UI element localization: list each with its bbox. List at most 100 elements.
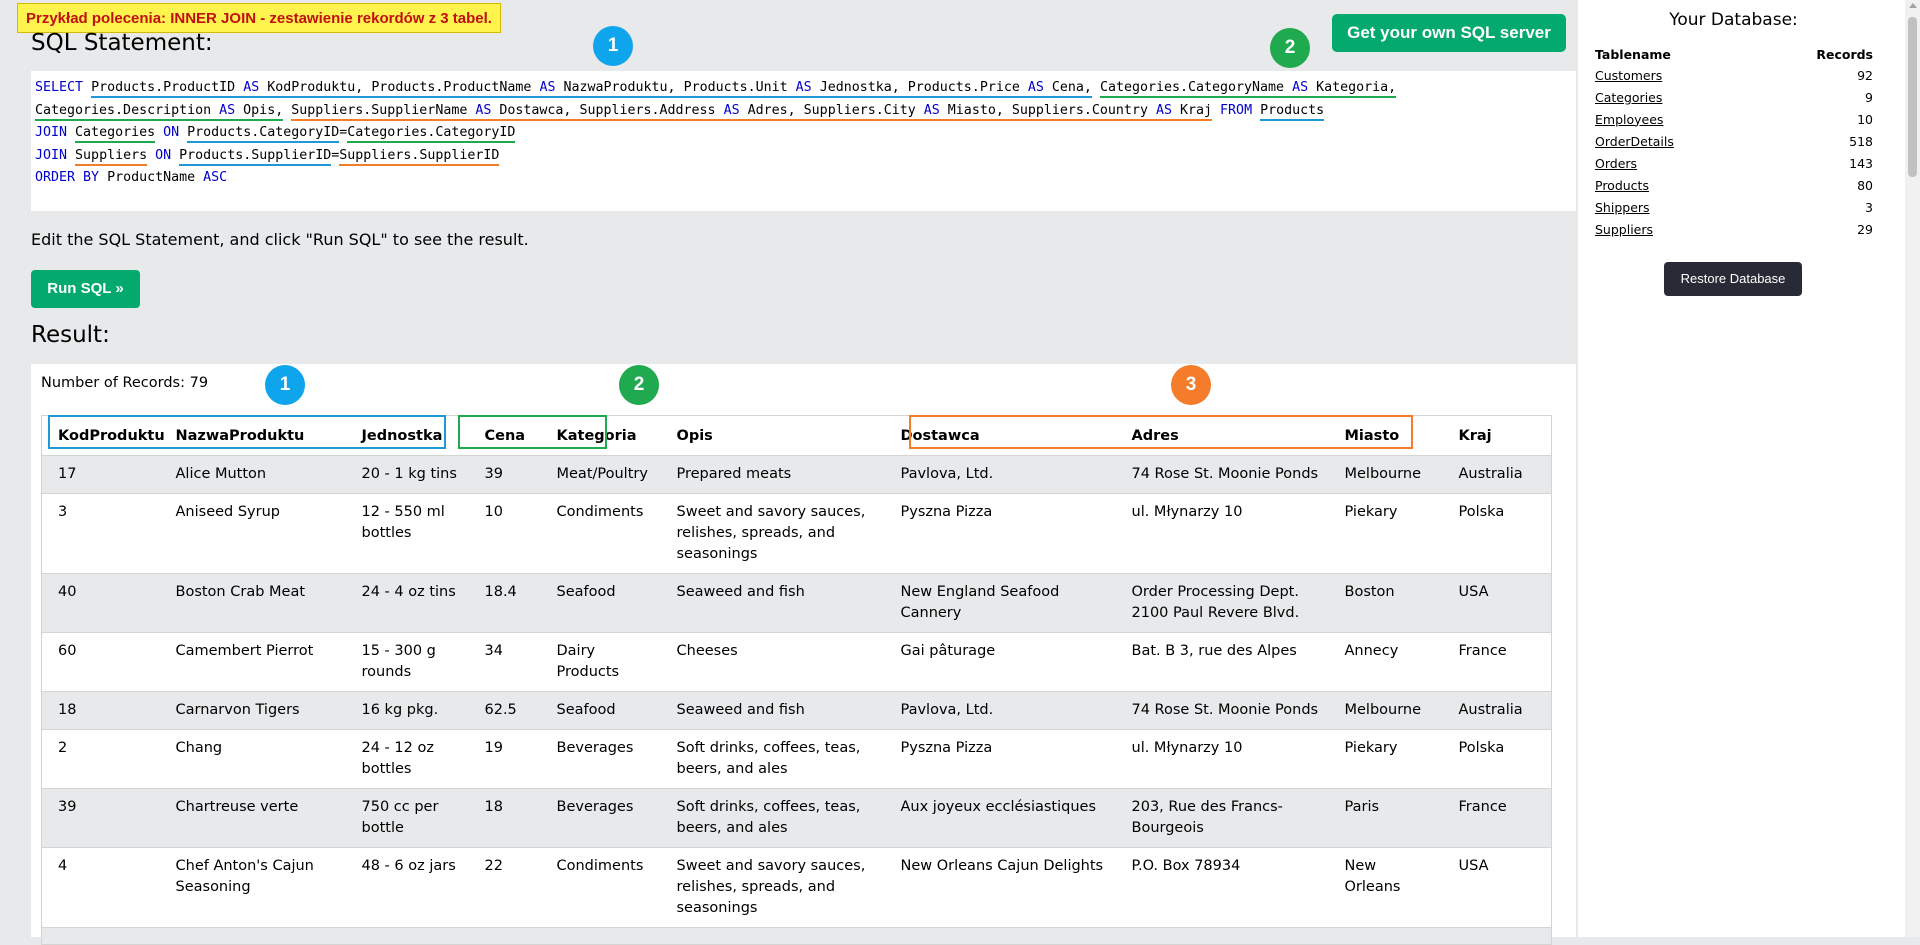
table-cell: New Orleans: [1328, 847, 1443, 928]
restore-database-button[interactable]: Restore Database: [1664, 262, 1802, 296]
table-cell: Chef Anton's Cajun Seasoning: [159, 847, 346, 928]
col-header: Opis: [660, 415, 885, 456]
table-cell: 39: [41, 788, 160, 848]
database-table-row: Categories 9: [1594, 86, 1873, 108]
table-cell: Beverages: [540, 788, 661, 848]
scroll-up-arrow-icon[interactable]: [1909, 3, 1917, 8]
table-row: 3 Aniseed Syrup 12 - 550 ml bottles 10 Condi…: [41, 493, 1552, 574]
table-cell: Australia: [1442, 691, 1552, 730]
table-cell: 22: [468, 847, 541, 928]
table-row: [41, 927, 1552, 945]
table-link-shippers[interactable]: Shippers: [1595, 200, 1650, 215]
database-table-row: Employees 10: [1594, 108, 1873, 130]
table-cell: Bat. B 3, rue des Alpes: [1115, 632, 1329, 692]
highlight-products-columns: [48, 415, 446, 449]
table-cell: Beverages: [540, 729, 661, 789]
table-cell: 40: [41, 573, 160, 633]
table-link-orderdetails[interactable]: OrderDetails: [1595, 134, 1674, 149]
left-margin: [0, 0, 14, 937]
table-cell: 15 - 300 g rounds: [345, 632, 469, 692]
sql-editor[interactable]: SELECT Products.ProductID AS KodProduktu…: [31, 71, 1576, 211]
table-cell: Sweet and savory sauces, relishes, sprea…: [660, 847, 885, 928]
table-cell: Gai pâturage: [884, 632, 1116, 692]
table-cell: Cheeses: [660, 632, 885, 692]
table-cell: [345, 927, 469, 945]
sql-suppliers-columns: Suppliers.SupplierName AS Dostawca, Supp…: [291, 102, 1213, 121]
table-cell: New England Seafood Cannery: [884, 573, 1116, 633]
table-cell: 18: [41, 691, 160, 730]
page-scrollbar[interactable]: [1905, 0, 1920, 937]
get-sql-server-button[interactable]: Get your own SQL server: [1332, 14, 1566, 52]
table-cell: 17: [41, 455, 160, 494]
table-cell: [660, 927, 885, 945]
table-record-count: 9: [1865, 89, 1873, 105]
table-cell: [159, 927, 346, 945]
table-cell: Soft drinks, coffees, teas, beers, and a…: [660, 729, 885, 789]
run-sql-button[interactable]: Run SQL »: [31, 270, 140, 308]
table-cell: Camembert Pierrot: [159, 632, 346, 692]
table-row: 4 Chef Anton's Cajun Seasoning 48 - 6 oz j…: [41, 847, 1552, 928]
table-cell: Paris: [1328, 788, 1443, 848]
database-tables-list: Tablename Records Customers 92 Categories 9…: [1594, 44, 1873, 240]
table-cell: Polska: [1442, 729, 1552, 789]
sql-categories-columns-2: Categories.Description AS Opis,: [35, 102, 284, 121]
table-cell: [468, 927, 541, 945]
table-cell: Order Processing Dept. 2100 Paul Revere …: [1115, 573, 1329, 633]
table-cell: 34: [468, 632, 541, 692]
table-cell: Melbourne: [1328, 455, 1443, 494]
database-table-row: Customers 92: [1594, 64, 1873, 86]
table-cell: Aux joyeux ecclésiastiques: [884, 788, 1116, 848]
example-banner: Przykład polecenia: INNER JOIN - zestawi…: [17, 3, 501, 33]
scroll-thumb[interactable]: [1908, 17, 1917, 177]
table-record-count: 518: [1849, 133, 1873, 149]
badge-1-select-products: 1: [593, 26, 633, 66]
table-cell: Pavlova, Ltd.: [884, 691, 1116, 730]
table-cell: France: [1442, 788, 1552, 848]
table-cell: Condiments: [540, 493, 661, 574]
table-cell: Seafood: [540, 573, 661, 633]
highlight-categories-columns: [458, 415, 607, 449]
table-cell: Pyszna Pizza: [884, 493, 1116, 574]
table-cell: [884, 927, 1116, 945]
database-table-row: Orders 143: [1594, 152, 1873, 174]
table-cell: 16 kg pkg.: [345, 691, 469, 730]
badge-2-result: 2: [619, 365, 659, 405]
table-cell: 20 - 1 kg tins: [345, 455, 469, 494]
sql-line-3: JOIN Categories ON Products.CategoryID=C…: [35, 122, 1572, 145]
table-cell: 48 - 6 oz jars: [345, 847, 469, 928]
table-record-count: 10: [1857, 111, 1873, 127]
table-cell: Boston Crab Meat: [159, 573, 346, 633]
table-cell: P.O. Box 78934: [1115, 847, 1329, 928]
table-link-customers[interactable]: Customers: [1595, 68, 1662, 83]
table-cell: Piekary: [1328, 729, 1443, 789]
table-cell: Condiments: [540, 847, 661, 928]
table-cell: 750 cc per bottle: [345, 788, 469, 848]
table-cell: Prepared meats: [660, 455, 885, 494]
table-cell: Seafood: [540, 691, 661, 730]
table-cell: 18: [468, 788, 541, 848]
table-cell: [540, 927, 661, 945]
table-cell: Chang: [159, 729, 346, 789]
badge-3-result: 3: [1171, 365, 1211, 405]
table-cell: 18.4: [468, 573, 541, 633]
sql-from-products: Products: [1260, 102, 1325, 121]
table-link-categories[interactable]: Categories: [1595, 90, 1662, 105]
table-cell: Melbourne: [1328, 691, 1443, 730]
table-link-employees[interactable]: Employees: [1595, 112, 1663, 127]
table-cell: Annecy: [1328, 632, 1443, 692]
table-row: 18 Carnarvon Tigers 16 kg pkg. 62.5 Seafood S…: [41, 691, 1552, 730]
result-panel: Number of Records: 79 1 2 3 KodProduktu …: [31, 364, 1576, 945]
database-table-row: OrderDetails 518: [1594, 130, 1873, 152]
table-link-products[interactable]: Products: [1595, 178, 1649, 193]
badge-2-categories: 2: [1270, 28, 1310, 68]
table-cell: 203, Rue des Francs-Bourgeois: [1115, 788, 1329, 848]
database-table-row: Shippers 3: [1594, 196, 1873, 218]
highlight-suppliers-columns: [909, 415, 1413, 449]
table-record-count: 80: [1857, 177, 1873, 193]
table-link-orders[interactable]: Orders: [1595, 156, 1637, 171]
table-cell: Pavlova, Ltd.: [884, 455, 1116, 494]
table-cell: 12 - 550 ml bottles: [345, 493, 469, 574]
table-link-suppliers[interactable]: Suppliers: [1595, 222, 1653, 237]
table-cell: 39: [468, 455, 541, 494]
database-table-row: Suppliers 29: [1594, 218, 1873, 240]
